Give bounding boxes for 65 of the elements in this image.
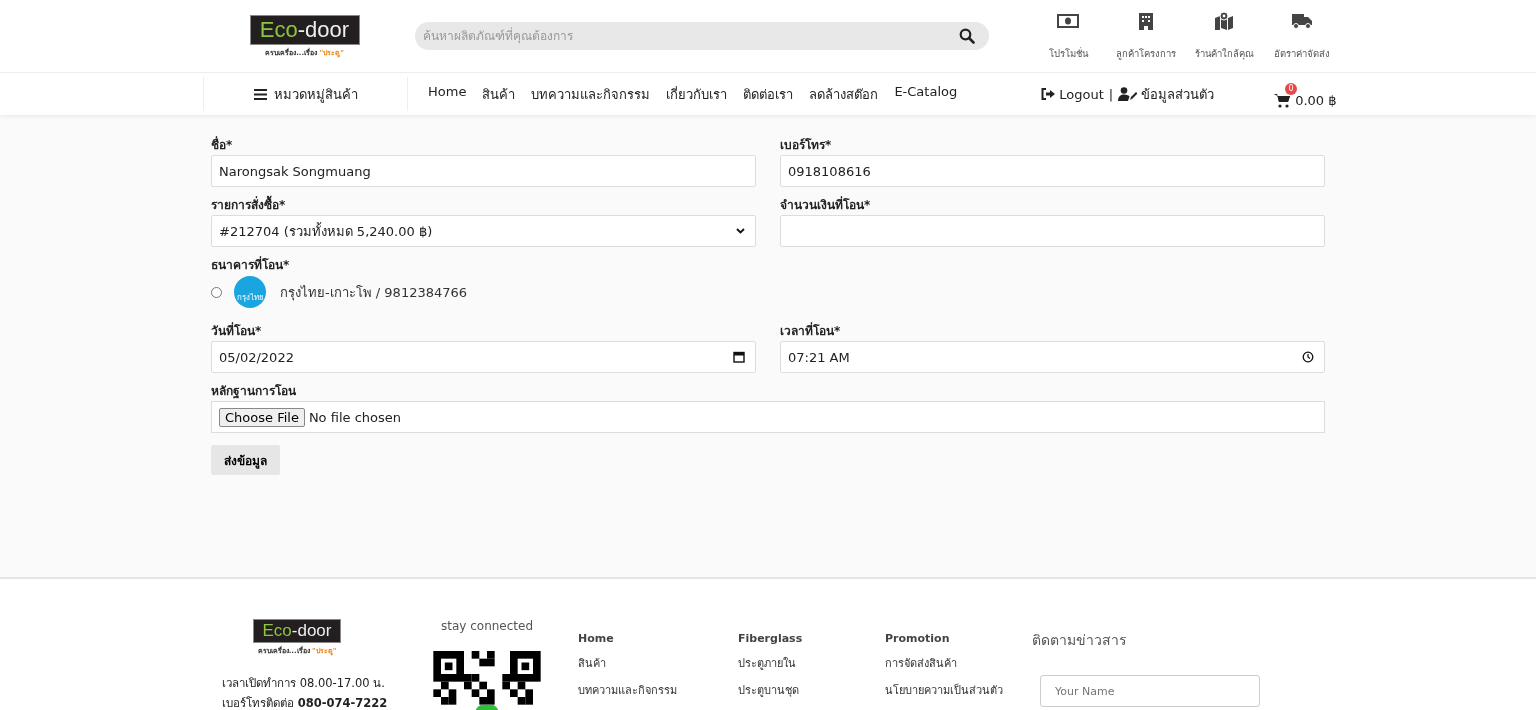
bank-logo: กรุงไทย — [234, 276, 266, 308]
nav-link[interactable]: Home — [428, 83, 467, 105]
field-label: หลักฐานการโอน — [211, 383, 297, 401]
field-label: วันที่โอน* — [211, 321, 263, 340]
field-label: ชื่อ* — [211, 135, 234, 154]
file-field[interactable]: Choose File No file chosen — [211, 401, 1325, 433]
name-input[interactable]: Your Name — [1040, 675, 1260, 707]
order-dropdown[interactable]: #212704 (รวมทั้งหมด 5,240.00 ฿) — [211, 215, 756, 247]
building-icon — [1137, 11, 1155, 30]
input-field[interactable]: 0918108616 — [780, 155, 1325, 187]
submit-button[interactable]: ส่งข้อมูล — [211, 445, 280, 475]
field-label: เบอร์โทร* — [780, 137, 833, 154]
nav-link[interactable]: ลดล้างสต๊อก — [809, 83, 879, 105]
search-field[interactable]: ค้นหาผลิตภัณฑ์ที่คุณต้องการ — [415, 22, 989, 50]
footer-link[interactable]: Home — [578, 632, 738, 645]
nav-link[interactable]: สินค้า — [482, 83, 516, 105]
footer-link[interactable]: การจัดส่งสินค้า — [885, 654, 1032, 672]
footer-link[interactable]: ประตูบานชุด — [738, 681, 885, 699]
footer-link[interactable]: นโยบายความเป็นส่วนตัว — [885, 681, 1032, 699]
cart-button[interactable]: 0 0.00 ฿ — [1274, 80, 1339, 108]
logout-link[interactable]: Logout — [1041, 86, 1104, 102]
user-edit-icon — [1118, 87, 1138, 101]
field-label: จำนวนเงินที่โอน* — [780, 195, 872, 214]
nav-link[interactable]: บทความและกิจกรรม — [531, 83, 651, 105]
footer-link[interactable]: Promotion — [885, 632, 1032, 645]
footer-link[interactable]: ประตูภายใน — [738, 654, 885, 672]
footer-link[interactable]: บทความและกิจกรรม — [578, 681, 738, 699]
choose-file-button[interactable]: Choose File — [219, 407, 305, 427]
quick-link[interactable]: ร้านค้าใกล้คุณ — [1187, 11, 1261, 61]
input-field[interactable]: Narongsak Songmuang — [211, 155, 756, 187]
quick-link[interactable]: อัตราค่าจัดส่ง — [1265, 11, 1339, 61]
cart-count-badge: 0 — [1285, 82, 1298, 95]
time-field[interactable]: 07:21 AM — [780, 341, 1325, 373]
section-heading: stay connected — [440, 619, 534, 633]
field-label: เวลาที่โอน* — [780, 321, 842, 340]
quick-link[interactable]: ลูกค้าโครงการ — [1109, 11, 1183, 61]
file-status: No file chosen — [308, 409, 401, 425]
truck-icon — [1291, 11, 1313, 30]
footer-link[interactable]: Fiberglass — [738, 632, 885, 645]
contact-phone: เบอร์โทรติดต่อ 080-074-7222 — [222, 695, 389, 710]
profile-link[interactable]: ข้อมูลส่วนตัว — [1118, 83, 1215, 105]
field-label: ธนาคารที่โอน* — [211, 255, 291, 274]
separator: | — [1108, 86, 1114, 102]
cart-icon — [1274, 92, 1291, 108]
nav-link[interactable]: E-Catalog — [894, 83, 958, 105]
nav-link[interactable]: ติดต่อเรา — [743, 83, 794, 105]
radio-button[interactable] — [211, 286, 222, 298]
date-field[interactable]: 05/02/2022 — [211, 341, 756, 373]
chevron-down-icon — [736, 228, 745, 234]
nav-link[interactable]: เกี่ยวกับเรา — [666, 83, 728, 105]
logout-icon — [1041, 88, 1056, 100]
map-pin-icon — [1214, 11, 1234, 30]
bank-option-label: กรุงไทย-เกาะโพ / 9812384766 — [280, 283, 468, 303]
section-heading: ติดตามข่าวสาร — [1032, 631, 1128, 650]
menu-icon — [253, 88, 267, 100]
quick-link[interactable]: โปรโมชั่น — [1031, 11, 1105, 61]
input-field[interactable] — [780, 215, 1325, 247]
opening-hours: เวลาเปิดทำการ 08.00-17.00 น. — [222, 675, 386, 692]
clock-icon — [1302, 351, 1314, 363]
search-icon[interactable] — [959, 28, 975, 44]
calendar-icon — [733, 351, 745, 363]
category-menu[interactable]: หมวดหมู่สินค้า — [203, 77, 408, 111]
banknote-icon — [1057, 11, 1079, 30]
field-label: รายการสั่งซื้อ* — [211, 195, 756, 215]
footer-link[interactable]: สินค้า — [578, 654, 738, 672]
